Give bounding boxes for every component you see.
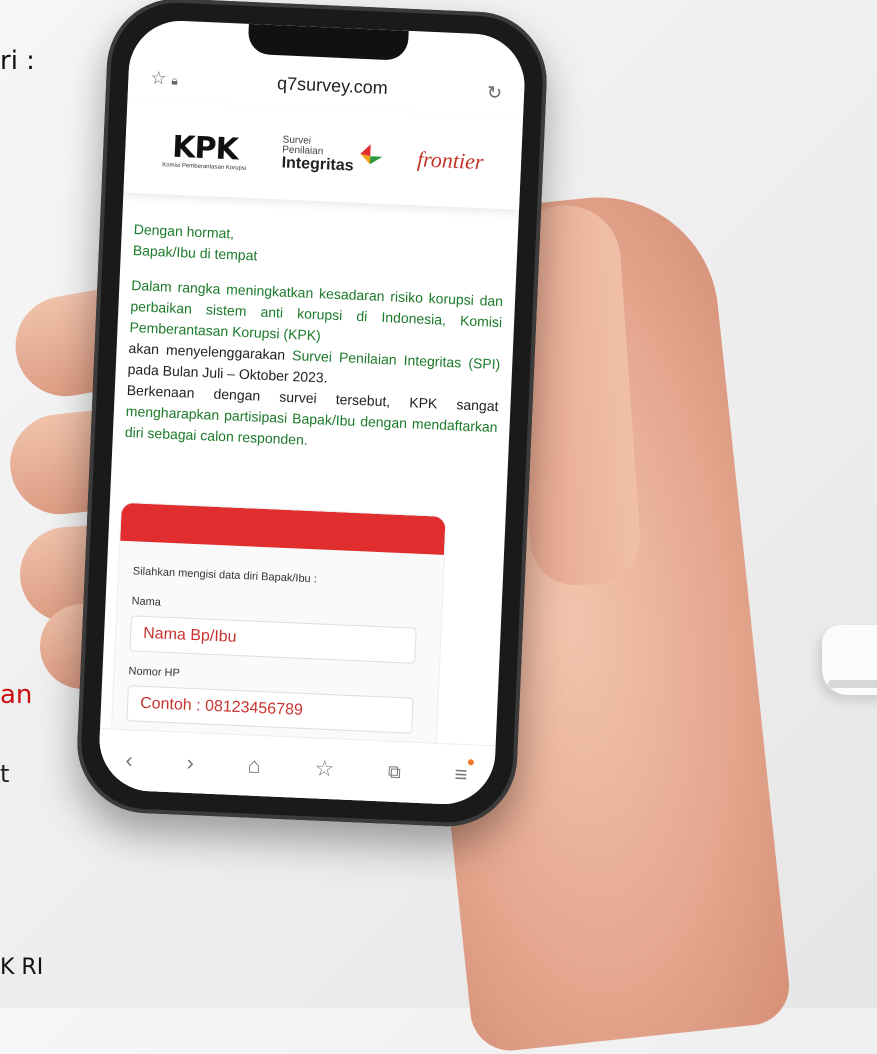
kpk-logo: KPK Komisi Pemberantasan Korupsi — [162, 129, 248, 171]
notch — [247, 23, 409, 61]
edge-text-bottom: K RI — [0, 955, 44, 980]
browser-bottom-nav: ‹ › ⌂ ☆ ⧉ ≡ — [97, 728, 496, 807]
edge-text-middle: t — [0, 760, 10, 788]
reload-icon[interactable]: ↻ — [487, 82, 503, 104]
edge-text-red: an — [0, 680, 33, 710]
menu-icon[interactable]: ≡ — [454, 762, 468, 789]
home-icon[interactable]: ⌂ — [247, 753, 261, 780]
tabs-icon[interactable]: ⧉ — [388, 761, 402, 783]
background-device — [822, 625, 877, 695]
forward-icon[interactable]: › — [186, 750, 194, 776]
kpk-word: KPK — [171, 129, 239, 167]
back-icon[interactable]: ‹ — [125, 747, 133, 773]
lock-icon: 🔒︎ — [171, 73, 179, 88]
bookmark-icon[interactable]: ☆ — [314, 755, 335, 782]
edge-text-top: ri : — [0, 46, 35, 76]
announce-text: akan menyelenggarakan — [128, 339, 293, 364]
spi-logo: Survei Penilaian Integritas — [281, 134, 383, 175]
phone-screen: ☆ 🔒︎ q7survey.com ↻ KPK Komisi Pemberant… — [97, 18, 527, 807]
star-icon[interactable]: ☆ 🔒︎ — [150, 67, 178, 89]
phone-input[interactable]: Contoh : 08123456789 — [126, 685, 414, 734]
form-intro: Silahkan mengisi data diri Bapak/Ibu : — [132, 565, 318, 586]
url-text[interactable]: q7survey.com — [277, 73, 388, 99]
spi-flag-icon — [360, 144, 383, 165]
logo-header: KPK Komisi Pemberantasan Korupsi Survei … — [123, 100, 524, 210]
smartphone: ☆ 🔒︎ q7survey.com ↻ KPK Komisi Pemberant… — [74, 0, 550, 830]
letter-content: Dengan hormat, Bapak/Ibu di tempat Dalam… — [124, 219, 505, 459]
spi-line3: Integritas — [281, 154, 354, 175]
name-input[interactable]: Nama Bp/Ibu — [129, 615, 417, 664]
frontier-logo: frontier — [416, 146, 485, 175]
